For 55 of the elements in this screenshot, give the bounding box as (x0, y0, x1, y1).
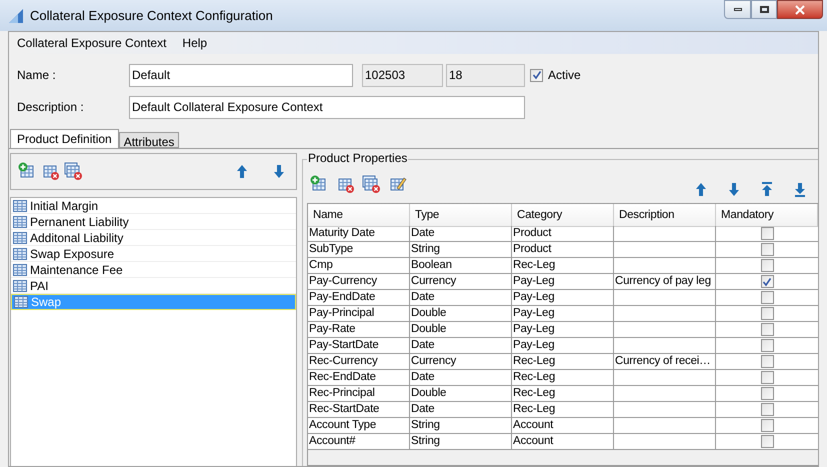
name-field[interactable]: Default (129, 64, 353, 86)
checkbox[interactable] (760, 291, 774, 304)
close-button[interactable] (777, 0, 823, 19)
checkbox[interactable] (760, 371, 774, 384)
table-icon (14, 296, 28, 308)
table-cell: String (410, 434, 512, 450)
table-icon (13, 200, 27, 212)
column-header[interactable]: Mandatory (716, 204, 818, 227)
tab[interactable]: Attributes (118, 132, 180, 148)
version-field: 18 (446, 64, 525, 86)
close-icon (795, 4, 805, 14)
table-icon (13, 264, 27, 276)
remove-tables-icon[interactable] (362, 174, 381, 194)
window-title: Collateral Exposure Context Configuration (30, 6, 273, 25)
active-label: Active (548, 67, 581, 84)
checkbox[interactable] (760, 435, 774, 448)
table-icon (13, 232, 27, 244)
product-list-item[interactable]: Initial Margin (11, 198, 296, 214)
checkbox[interactable] (760, 259, 774, 272)
checkbox[interactable] (760, 355, 774, 368)
name-label: Name : (17, 67, 57, 84)
minimize-button[interactable] (724, 0, 751, 19)
column-header[interactable]: Category (512, 204, 614, 227)
table-cell: Account# (308, 434, 410, 450)
table-icon (13, 280, 27, 292)
menu-item[interactable]: Help (174, 34, 216, 52)
checkbox[interactable] (760, 419, 774, 432)
checkbox[interactable] (760, 243, 774, 256)
column-header[interactable]: Description (614, 204, 716, 227)
checkbox[interactable] (530, 68, 543, 82)
checkbox[interactable] (760, 339, 774, 352)
table-icon (13, 248, 27, 260)
description-label: Description : (17, 99, 85, 116)
product-list-item[interactable]: Maintenance Fee (11, 262, 296, 278)
app-logo-icon (8, 8, 24, 24)
checkbox[interactable] (760, 307, 774, 320)
id-field: 102503 (362, 64, 443, 86)
product-list-item[interactable]: Swap Exposure (11, 246, 296, 262)
column-header[interactable]: Name (308, 204, 410, 227)
menu-item[interactable]: Collateral Exposure Context (9, 34, 174, 52)
tab[interactable]: Product Definition (10, 129, 119, 148)
checkbox[interactable] (760, 387, 774, 400)
product-list-item[interactable]: Pernanent Liability (11, 214, 296, 230)
checkbox[interactable] (760, 275, 774, 288)
checkbox[interactable] (760, 323, 774, 336)
description-field[interactable]: Default Collateral Exposure Context (129, 96, 525, 118)
maximize-button[interactable] (751, 0, 777, 19)
column-header[interactable]: Type (410, 204, 512, 227)
product-list-item[interactable]: Additonal Liability (11, 230, 296, 246)
remove-tables-icon[interactable] (64, 162, 83, 181)
table-cell: Account (512, 434, 614, 450)
group-title: Product Properties (307, 152, 408, 165)
checkbox[interactable] (760, 403, 774, 416)
table-icon (13, 216, 27, 228)
checkbox[interactable] (760, 227, 774, 240)
